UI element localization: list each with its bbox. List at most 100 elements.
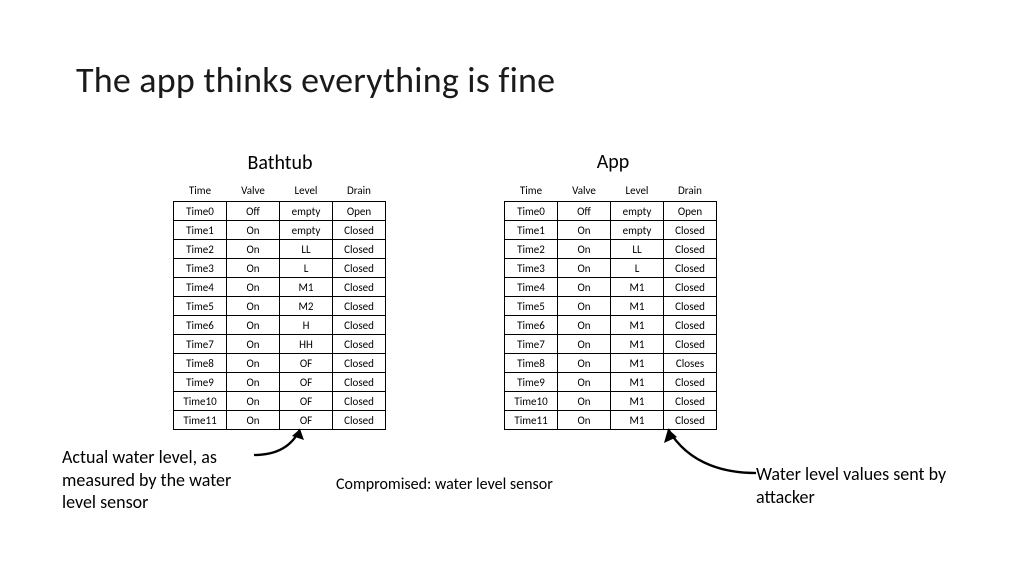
table-cell: Closed <box>333 240 386 259</box>
table-cell: HH <box>280 335 333 354</box>
table-cell: On <box>227 316 280 335</box>
table-cell: On <box>558 411 611 430</box>
table-cell: Closed <box>333 373 386 392</box>
table-cell: Time5 <box>174 297 227 316</box>
table-row: Time1OnemptyClosed <box>505 221 717 240</box>
table-cell: On <box>558 221 611 240</box>
table-cell: Closed <box>333 335 386 354</box>
table-cell: On <box>227 335 280 354</box>
table-cell: Closed <box>333 316 386 335</box>
table-cell: M1 <box>611 392 664 411</box>
table-cell: On <box>227 373 280 392</box>
slide: The app thinks everything is fine Bathtu… <box>0 0 1024 576</box>
table-cell: On <box>558 354 611 373</box>
table-cell: Closed <box>664 297 717 316</box>
table-cell: Time2 <box>174 240 227 259</box>
table-cell: Closed <box>333 354 386 373</box>
col-time: Time <box>505 182 558 202</box>
table-cell: empty <box>280 221 333 240</box>
table-cell: OF <box>280 354 333 373</box>
table-row: Time5OnM2Closed <box>174 297 386 316</box>
table-cell: Closed <box>664 373 717 392</box>
table-cell: LL <box>611 240 664 259</box>
col-time: Time <box>174 182 227 202</box>
table-cell: Time1 <box>505 221 558 240</box>
table-row: Time6OnHClosed <box>174 316 386 335</box>
table-row: Time10OnM1Closed <box>505 392 717 411</box>
table-row: Time6OnM1Closed <box>505 316 717 335</box>
table-cell: Closed <box>664 221 717 240</box>
table-cell: Time7 <box>174 335 227 354</box>
table-cell: On <box>227 240 280 259</box>
col-valve: Valve <box>558 182 611 202</box>
table-row: Time0OffemptyOpen <box>174 202 386 221</box>
table-cell: M1 <box>611 354 664 373</box>
table-cell: On <box>558 392 611 411</box>
table-cell: Closed <box>333 259 386 278</box>
table-cell: L <box>611 259 664 278</box>
table-cell: Time6 <box>174 316 227 335</box>
table-cell: empty <box>611 221 664 240</box>
table-cell: OF <box>280 392 333 411</box>
table-cell: On <box>227 278 280 297</box>
subhead-app: App <box>508 150 718 174</box>
table-cell: Closed <box>664 335 717 354</box>
table-cell: Time5 <box>505 297 558 316</box>
table-cell: Time7 <box>505 335 558 354</box>
col-level: Level <box>280 182 333 202</box>
table-cell: Open <box>664 202 717 221</box>
table-row: Time7OnM1Closed <box>505 335 717 354</box>
table-row: Time7OnHHClosed <box>174 335 386 354</box>
table-cell: M1 <box>611 297 664 316</box>
table-row: Time4OnM1Closed <box>505 278 717 297</box>
table-cell: M2 <box>280 297 333 316</box>
table-cell: Time3 <box>505 259 558 278</box>
caption-actual-level: Actual water level, as measured by the w… <box>62 446 262 514</box>
col-drain: Drain <box>664 182 717 202</box>
table-app: Time Valve Level Drain Time0OffemptyOpen… <box>504 182 717 430</box>
table-cell: empty <box>611 202 664 221</box>
table-header-row: Time Valve Level Drain <box>174 182 386 202</box>
table-row: Time5OnM1Closed <box>505 297 717 316</box>
table-row: Time9OnOFClosed <box>174 373 386 392</box>
table-cell: empty <box>280 202 333 221</box>
table-row: Time3OnLClosed <box>505 259 717 278</box>
col-valve: Valve <box>227 182 280 202</box>
table-cell: Time1 <box>174 221 227 240</box>
table-cell: On <box>558 278 611 297</box>
caption-compromised: Compromised: water level sensor <box>336 475 553 495</box>
table-cell: OF <box>280 373 333 392</box>
table-row: Time9OnM1Closed <box>505 373 717 392</box>
table-cell: Open <box>333 202 386 221</box>
table-cell: Time10 <box>505 392 558 411</box>
table-cell: Time11 <box>174 411 227 430</box>
table-header-row: Time Valve Level Drain <box>505 182 717 202</box>
table-cell: Closed <box>333 278 386 297</box>
table-cell: On <box>558 373 611 392</box>
table-cell: Closed <box>333 297 386 316</box>
table-row: Time1OnemptyClosed <box>174 221 386 240</box>
table-cell: Closed <box>333 392 386 411</box>
table-cell: On <box>558 259 611 278</box>
table-cell: Time2 <box>505 240 558 259</box>
table-cell: Closes <box>664 354 717 373</box>
table-cell: On <box>227 354 280 373</box>
table-row: Time8OnM1Closes <box>505 354 717 373</box>
table-cell: Time9 <box>505 373 558 392</box>
table-cell: Time6 <box>505 316 558 335</box>
table-cell: Closed <box>664 278 717 297</box>
table-row: Time2OnLLClosed <box>505 240 717 259</box>
table-cell: On <box>227 259 280 278</box>
table-cell: Time0 <box>174 202 227 221</box>
table-cell: Off <box>558 202 611 221</box>
table-cell: On <box>227 297 280 316</box>
table-cell: On <box>227 392 280 411</box>
subhead-bathtub: Bathtub <box>175 151 385 175</box>
table-cell: M1 <box>280 278 333 297</box>
table-cell: M1 <box>611 278 664 297</box>
table-cell: On <box>558 316 611 335</box>
table-cell: Closed <box>664 240 717 259</box>
slide-title: The app thinks everything is fine <box>76 58 555 102</box>
table-row: Time0OffemptyOpen <box>505 202 717 221</box>
table-cell: H <box>280 316 333 335</box>
